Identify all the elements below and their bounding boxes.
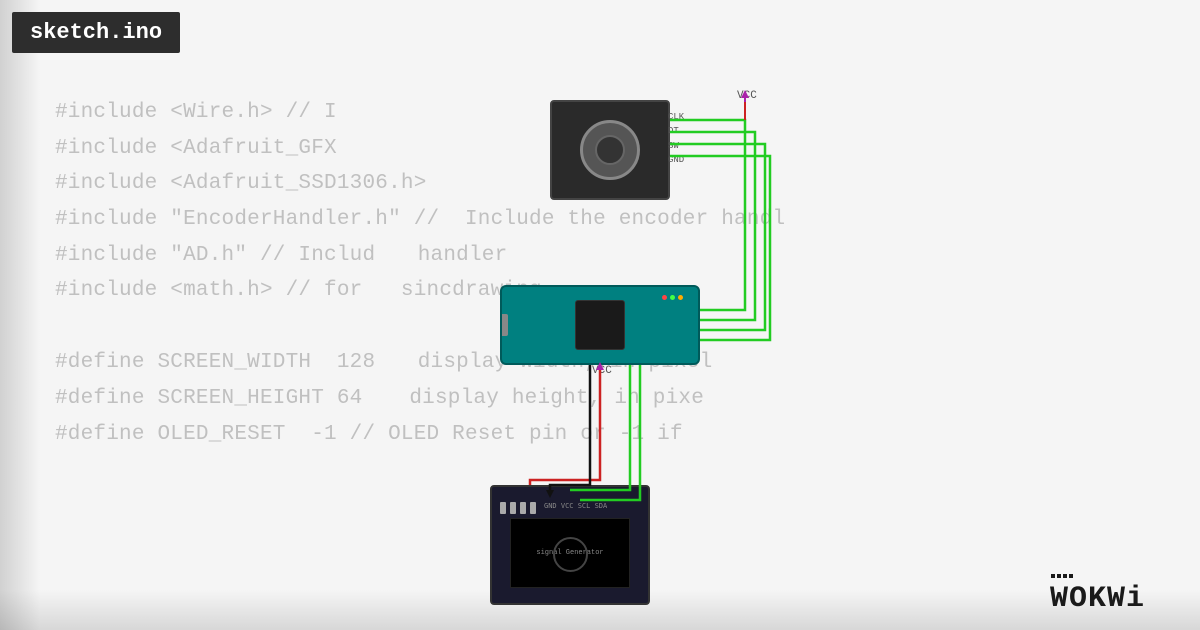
oled-circle [553, 537, 588, 572]
encoder-circle-inner [595, 135, 625, 165]
svg-text:WOKWi: WOKWi [1050, 582, 1145, 612]
main-area: sketch.ino #include <Wire.h> // I #inclu… [0, 0, 1200, 630]
wokwi-logo: WOKWi [1050, 574, 1180, 612]
encoder-module [550, 100, 670, 200]
arduino-chip [575, 300, 625, 350]
oled-pin-3 [520, 502, 526, 514]
oled-module: GND VCC SCL SDA signal Generator [490, 485, 650, 605]
led-dots [662, 295, 683, 300]
oled-pin-4 [530, 502, 536, 514]
arduino-usb [500, 314, 508, 336]
vcc-label-top: VCC [737, 90, 757, 102]
oled-screen: signal Generator [510, 518, 630, 588]
left-shadow [0, 0, 40, 630]
vcc-label-mid: VCC [592, 365, 612, 377]
oled-pin-labels: GND VCC SCL SDA [544, 502, 607, 514]
oled-pin-1 [500, 502, 506, 514]
led-red [662, 295, 667, 300]
pin-clk: CLK [668, 110, 684, 124]
led-green [670, 295, 675, 300]
led-orange [678, 295, 683, 300]
oled-pin-2 [510, 502, 516, 514]
pin-dt: DT [668, 124, 684, 138]
pin-sw: SW [668, 139, 684, 153]
encoder-pins: CLK DT SW GND [668, 110, 684, 168]
title-text: sketch.ino [30, 20, 162, 45]
title-bar: sketch.ino [12, 12, 180, 53]
circuit-area: VCC VCC CLK DT SW GND [450, 90, 1200, 610]
encoder-circle-outer [580, 120, 640, 180]
pin-gnd: GND [668, 153, 684, 167]
arduino-module [500, 285, 700, 365]
